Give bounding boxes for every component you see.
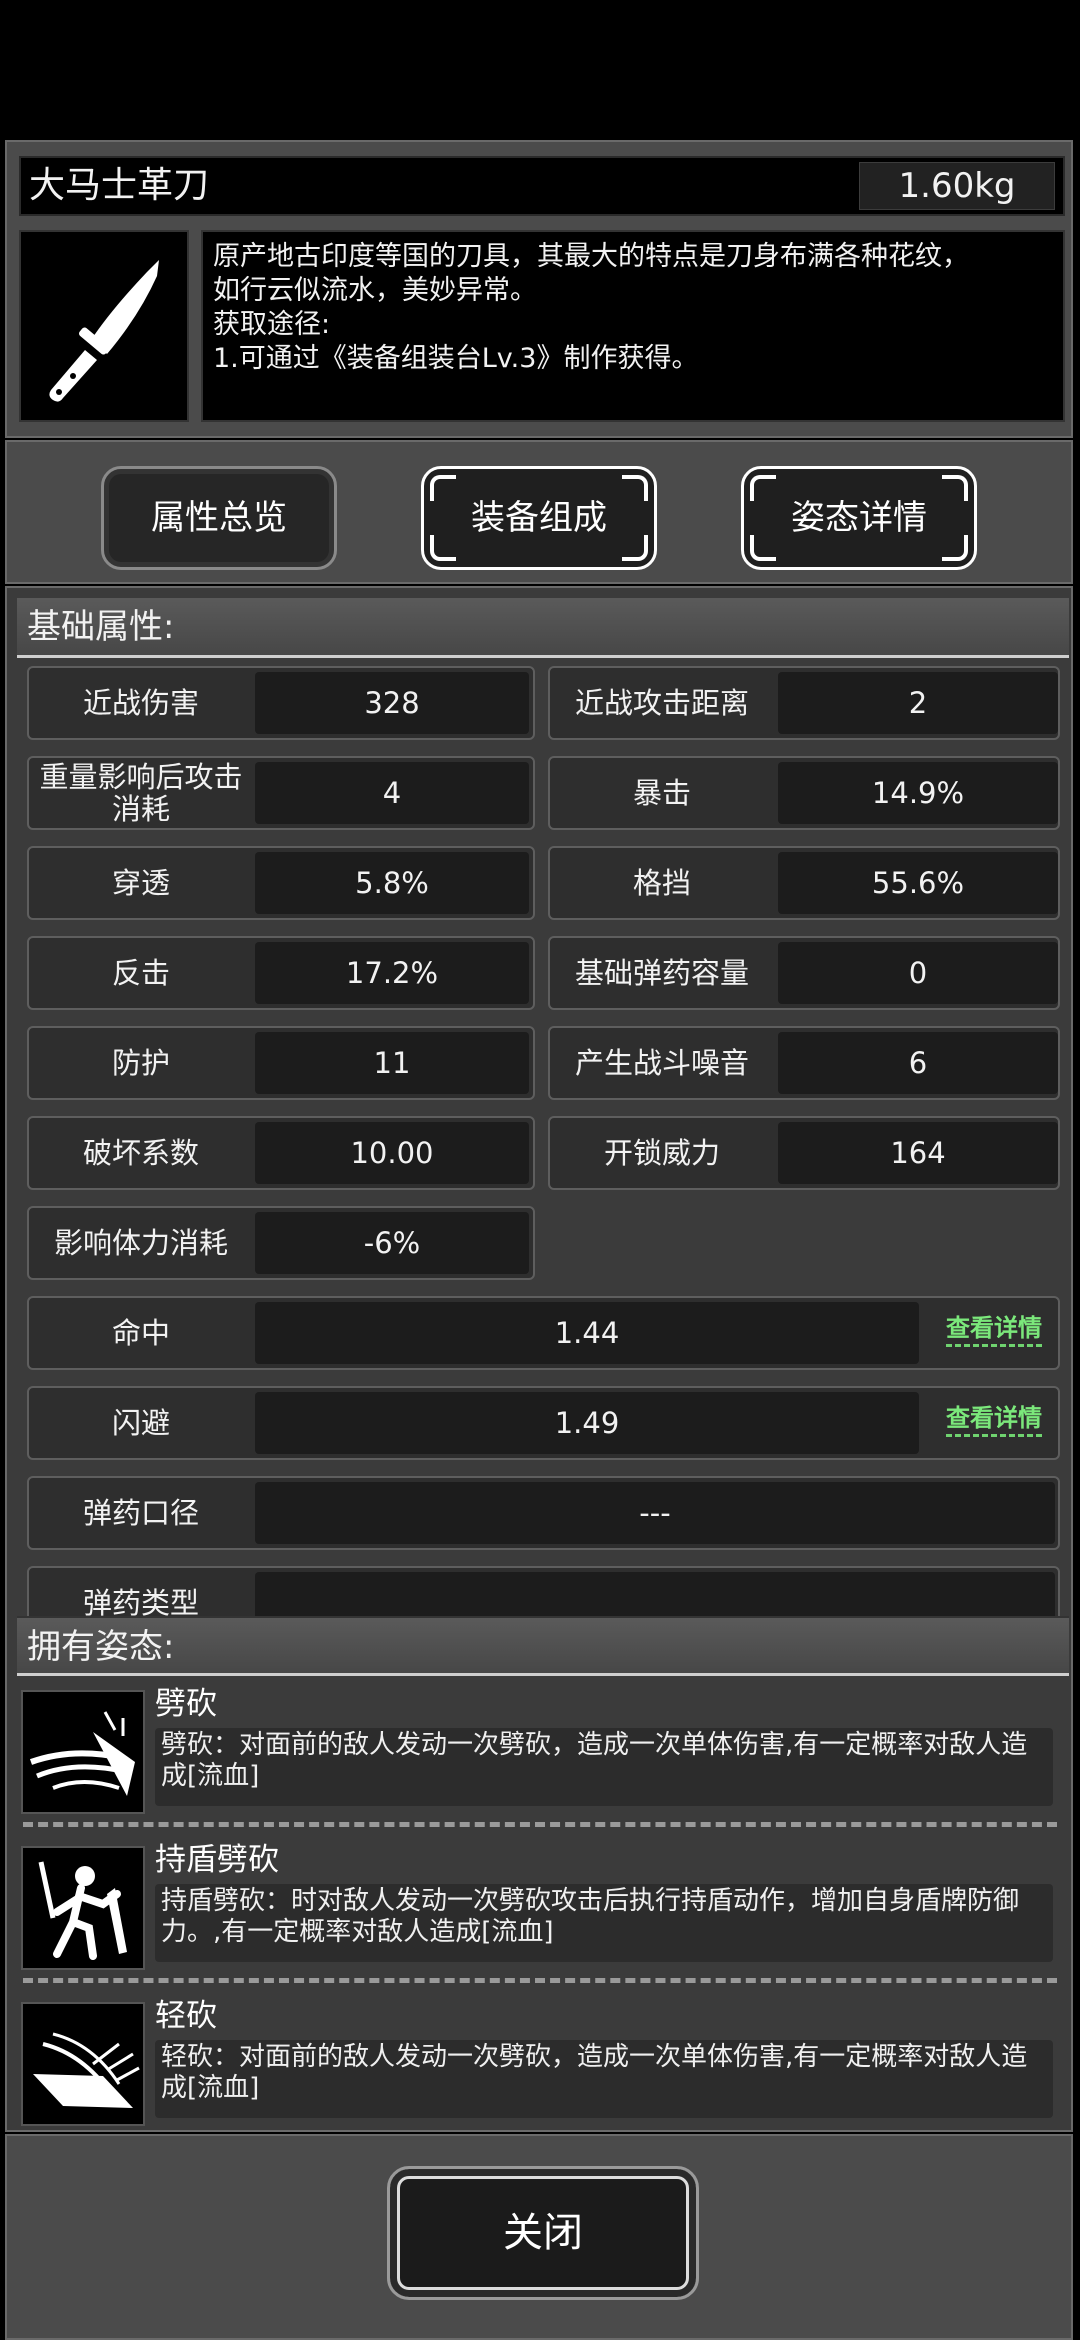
tab-label: 姿态详情 bbox=[791, 498, 927, 538]
close-button[interactable]: 关闭 bbox=[387, 2166, 699, 2300]
attr-block: 格挡 55.6% bbox=[548, 846, 1060, 920]
attr-value: -6% bbox=[255, 1212, 529, 1274]
accuracy-details-link[interactable]: 查看详情 bbox=[946, 1312, 1042, 1347]
attr-label: 防护 bbox=[111, 1046, 170, 1080]
attr-label: 破坏系数 bbox=[82, 1136, 199, 1170]
desc-line: 如行云似流水，美妙异常。 bbox=[213, 275, 537, 306]
attr-label: 暴击 bbox=[632, 776, 691, 810]
desc-line: 1.可通过《装备组装台Lv.3》制作获得。 bbox=[213, 343, 699, 374]
item-weight: 1.60kg bbox=[859, 162, 1055, 210]
divider bbox=[23, 1822, 1057, 1827]
stance-name: 劈砍 bbox=[155, 1686, 217, 1722]
stance-description: 劈砍：对面前的敌人发动一次劈砍，造成一次单体伤害,有一定概率对敌人造成[流血] bbox=[155, 1728, 1053, 1806]
stance-item[interactable]: 轻砍 轻砍：对面前的敌人发动一次劈砍，造成一次单体伤害,有一定概率对敌人造成[流… bbox=[21, 1996, 1055, 2126]
attr-counter: 反击 17.2% bbox=[27, 936, 535, 1010]
tab-stance-details[interactable]: 姿态详情 bbox=[741, 466, 977, 570]
attr-label: 影响体力消耗 bbox=[53, 1226, 228, 1260]
slash-icon bbox=[21, 1690, 145, 1814]
stance-name: 轻砍 bbox=[155, 1998, 217, 2034]
footer-bar: 关闭 bbox=[5, 2134, 1073, 2340]
attr-label: 反击 bbox=[111, 956, 170, 990]
attr-destruction: 破坏系数 10.00 bbox=[27, 1116, 535, 1190]
tab-label: 装备组成 bbox=[471, 498, 607, 538]
item-description: 原产地古印度等国的刀具，其最大的特点是刀身布满各种花纹， 如行云似流水，美妙异常… bbox=[201, 230, 1065, 422]
tab-label: 属性总览 bbox=[151, 498, 287, 538]
item-image bbox=[19, 230, 189, 422]
tab-attribute-overview[interactable]: 属性总览 bbox=[101, 466, 337, 570]
attr-label: 弹药口径 bbox=[82, 1496, 199, 1530]
attr-label: 命中 bbox=[111, 1316, 170, 1350]
attr-value: 4 bbox=[255, 762, 529, 824]
desc-line: 原产地古印度等国的刀具，其最大的特点是刀身布满各种花纹， bbox=[213, 241, 969, 272]
attr-value: 1.44 bbox=[255, 1302, 919, 1364]
attr-stamina-cost: 影响体力消耗 -6% bbox=[27, 1206, 535, 1280]
attr-label: 穿透 bbox=[111, 866, 170, 900]
item-header: 大马士革刀 1.60kg 原产地古印度等国的刀具，其最大的特点是刀身布满各种花纹… bbox=[5, 140, 1073, 438]
item-name-bar: 大马士革刀 1.60kg bbox=[19, 156, 1065, 216]
attr-lockpick-power: 开锁威力 164 bbox=[548, 1116, 1060, 1190]
attr-accuracy: 命中 1.44 查看详情 bbox=[27, 1296, 1060, 1370]
attr-label: 重量影响后攻击消耗 bbox=[39, 760, 243, 826]
attr-value: 2 bbox=[778, 672, 1058, 734]
stance-item[interactable]: 持盾劈砍 持盾劈砍：时对敌人发动一次劈砍攻击后执行持盾动作，增加自身盾牌防御力。… bbox=[21, 1840, 1055, 1970]
desc-line: 获取途径: bbox=[213, 309, 331, 340]
attr-label: 近战伤害 bbox=[82, 686, 199, 720]
attr-value: 17.2% bbox=[255, 942, 529, 1004]
attr-label: 闪避 bbox=[111, 1406, 170, 1440]
stance-item[interactable]: 劈砍 劈砍：对面前的敌人发动一次劈砍，造成一次单体伤害,有一定概率对敌人造成[流… bbox=[21, 1684, 1055, 1814]
tab-bar: 属性总览 装备组成 姿态详情 bbox=[5, 440, 1073, 584]
attr-value: 0 bbox=[778, 942, 1058, 1004]
attr-melee-damage: 近战伤害 328 bbox=[27, 666, 535, 740]
attr-critical: 暴击 14.9% bbox=[548, 756, 1060, 830]
stance-name: 持盾劈砍 bbox=[155, 1842, 279, 1878]
attr-melee-range: 近战攻击距离 2 bbox=[548, 666, 1060, 740]
stances-title: 拥有姿态: bbox=[17, 1616, 1069, 1676]
shield-slash-icon bbox=[21, 1846, 145, 1970]
divider bbox=[23, 1978, 1057, 1983]
basic-attributes-title: 基础属性: bbox=[17, 598, 1069, 658]
attr-penetration: 穿透 5.8% bbox=[27, 846, 535, 920]
knife-icon bbox=[49, 260, 159, 402]
attr-value: 11 bbox=[255, 1032, 529, 1094]
attr-label: 近战攻击距离 bbox=[574, 686, 749, 720]
item-name: 大马士革刀 bbox=[29, 165, 210, 206]
attr-value: 14.9% bbox=[778, 762, 1058, 824]
stance-description: 持盾劈砍：时对敌人发动一次劈砍攻击后执行持盾动作，增加自身盾牌防御力。,有一定概… bbox=[155, 1884, 1053, 1962]
attr-value: 6 bbox=[778, 1032, 1058, 1094]
attr-value: 164 bbox=[778, 1122, 1058, 1184]
stance-description: 轻砍：对面前的敌人发动一次劈砍，造成一次单体伤害,有一定概率对敌人造成[流血] bbox=[155, 2040, 1053, 2118]
tab-equipment-composition[interactable]: 装备组成 bbox=[421, 466, 657, 570]
attributes-panel: 基础属性: 近战伤害 328 近战攻击距离 2 重量影响后攻击消耗 4 暴击 1… bbox=[5, 586, 1073, 2132]
attr-weight-cost: 重量影响后攻击消耗 4 bbox=[27, 756, 535, 830]
attr-label: 产生战斗噪音 bbox=[574, 1046, 749, 1080]
attr-evasion: 闪避 1.49 查看详情 bbox=[27, 1386, 1060, 1460]
attr-value: 10.00 bbox=[255, 1122, 529, 1184]
attr-ammo-capacity: 基础弹药容量 0 bbox=[548, 936, 1060, 1010]
evasion-details-link[interactable]: 查看详情 bbox=[946, 1402, 1042, 1437]
attr-value: 1.49 bbox=[255, 1392, 919, 1454]
attr-noise: 产生战斗噪音 6 bbox=[548, 1026, 1060, 1100]
attr-value: 5.8% bbox=[255, 852, 529, 914]
attr-protection: 防护 11 bbox=[27, 1026, 535, 1100]
attr-value: 55.6% bbox=[778, 852, 1058, 914]
light-slash-icon bbox=[21, 2002, 145, 2126]
attr-ammo-caliber: 弹药口径 --- bbox=[27, 1476, 1060, 1550]
attr-value: 328 bbox=[255, 672, 529, 734]
attr-label: 基础弹药容量 bbox=[574, 956, 749, 990]
attributes-scroll-area[interactable]: 近战伤害 328 近战攻击距离 2 重量影响后攻击消耗 4 暴击 14.9% 穿… bbox=[7, 666, 1075, 1696]
attr-label: 开锁威力 bbox=[603, 1136, 720, 1170]
attr-label: 格挡 bbox=[632, 866, 691, 900]
attr-value: --- bbox=[255, 1482, 1055, 1544]
